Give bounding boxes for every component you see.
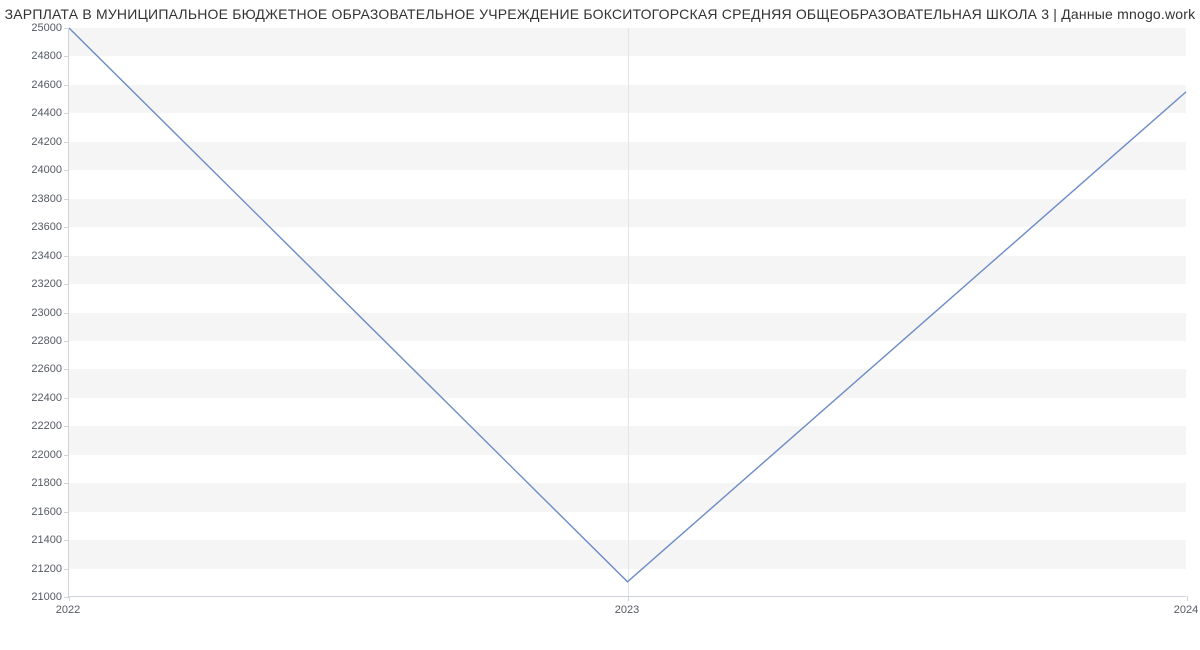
y-tick-label: 22400 xyxy=(0,392,62,404)
x-axis-ticks: 202220232024 xyxy=(68,600,1186,620)
y-tick-label: 23200 xyxy=(0,278,62,290)
y-tick-label: 21600 xyxy=(0,506,62,518)
y-tick-mark xyxy=(64,455,69,456)
y-tick-mark xyxy=(64,569,69,570)
y-tick-mark xyxy=(64,199,69,200)
y-tick-mark xyxy=(64,313,69,314)
chart-container: ЗАРПЛАТА В МУНИЦИПАЛЬНОЕ БЮДЖЕТНОЕ ОБРАЗ… xyxy=(0,0,1200,650)
y-tick-mark xyxy=(64,142,69,143)
series-line xyxy=(69,28,1186,582)
y-tick-label: 22000 xyxy=(0,449,62,461)
y-tick-label: 23800 xyxy=(0,193,62,205)
y-tick-label: 21200 xyxy=(0,563,62,575)
y-tick-mark xyxy=(64,540,69,541)
y-tick-label: 21000 xyxy=(0,591,62,603)
y-tick-label: 24000 xyxy=(0,164,62,176)
y-tick-mark xyxy=(64,426,69,427)
y-tick-mark xyxy=(64,113,69,114)
y-tick-label: 22800 xyxy=(0,335,62,347)
y-axis-ticks: 2100021200214002160021800220002220022400… xyxy=(0,28,62,597)
y-tick-mark xyxy=(64,28,69,29)
y-tick-mark xyxy=(64,170,69,171)
x-tick-mark xyxy=(1187,596,1188,601)
y-tick-label: 24200 xyxy=(0,136,62,148)
y-tick-mark xyxy=(64,56,69,57)
y-tick-mark xyxy=(64,284,69,285)
y-tick-label: 22600 xyxy=(0,363,62,375)
y-tick-mark xyxy=(64,227,69,228)
x-tick-label: 2022 xyxy=(56,604,80,616)
y-tick-label: 22200 xyxy=(0,420,62,432)
y-tick-mark xyxy=(64,85,69,86)
y-tick-mark xyxy=(64,341,69,342)
y-tick-label: 24600 xyxy=(0,79,62,91)
y-tick-label: 21400 xyxy=(0,534,62,546)
y-tick-label: 23000 xyxy=(0,307,62,319)
line-layer xyxy=(69,28,1186,596)
y-tick-label: 23400 xyxy=(0,250,62,262)
y-tick-label: 21800 xyxy=(0,477,62,489)
y-tick-mark xyxy=(64,256,69,257)
y-tick-mark xyxy=(64,398,69,399)
y-tick-label: 25000 xyxy=(0,22,62,34)
x-tick-label: 2024 xyxy=(1174,604,1198,616)
y-tick-label: 24800 xyxy=(0,50,62,62)
plot-area xyxy=(68,28,1186,597)
y-tick-mark xyxy=(64,369,69,370)
y-tick-label: 23600 xyxy=(0,221,62,233)
y-tick-mark xyxy=(64,483,69,484)
x-tick-label: 2023 xyxy=(615,604,639,616)
y-tick-label: 24400 xyxy=(0,107,62,119)
y-tick-mark xyxy=(64,512,69,513)
chart-title: ЗАРПЛАТА В МУНИЦИПАЛЬНОЕ БЮДЖЕТНОЕ ОБРАЗ… xyxy=(0,6,1200,22)
